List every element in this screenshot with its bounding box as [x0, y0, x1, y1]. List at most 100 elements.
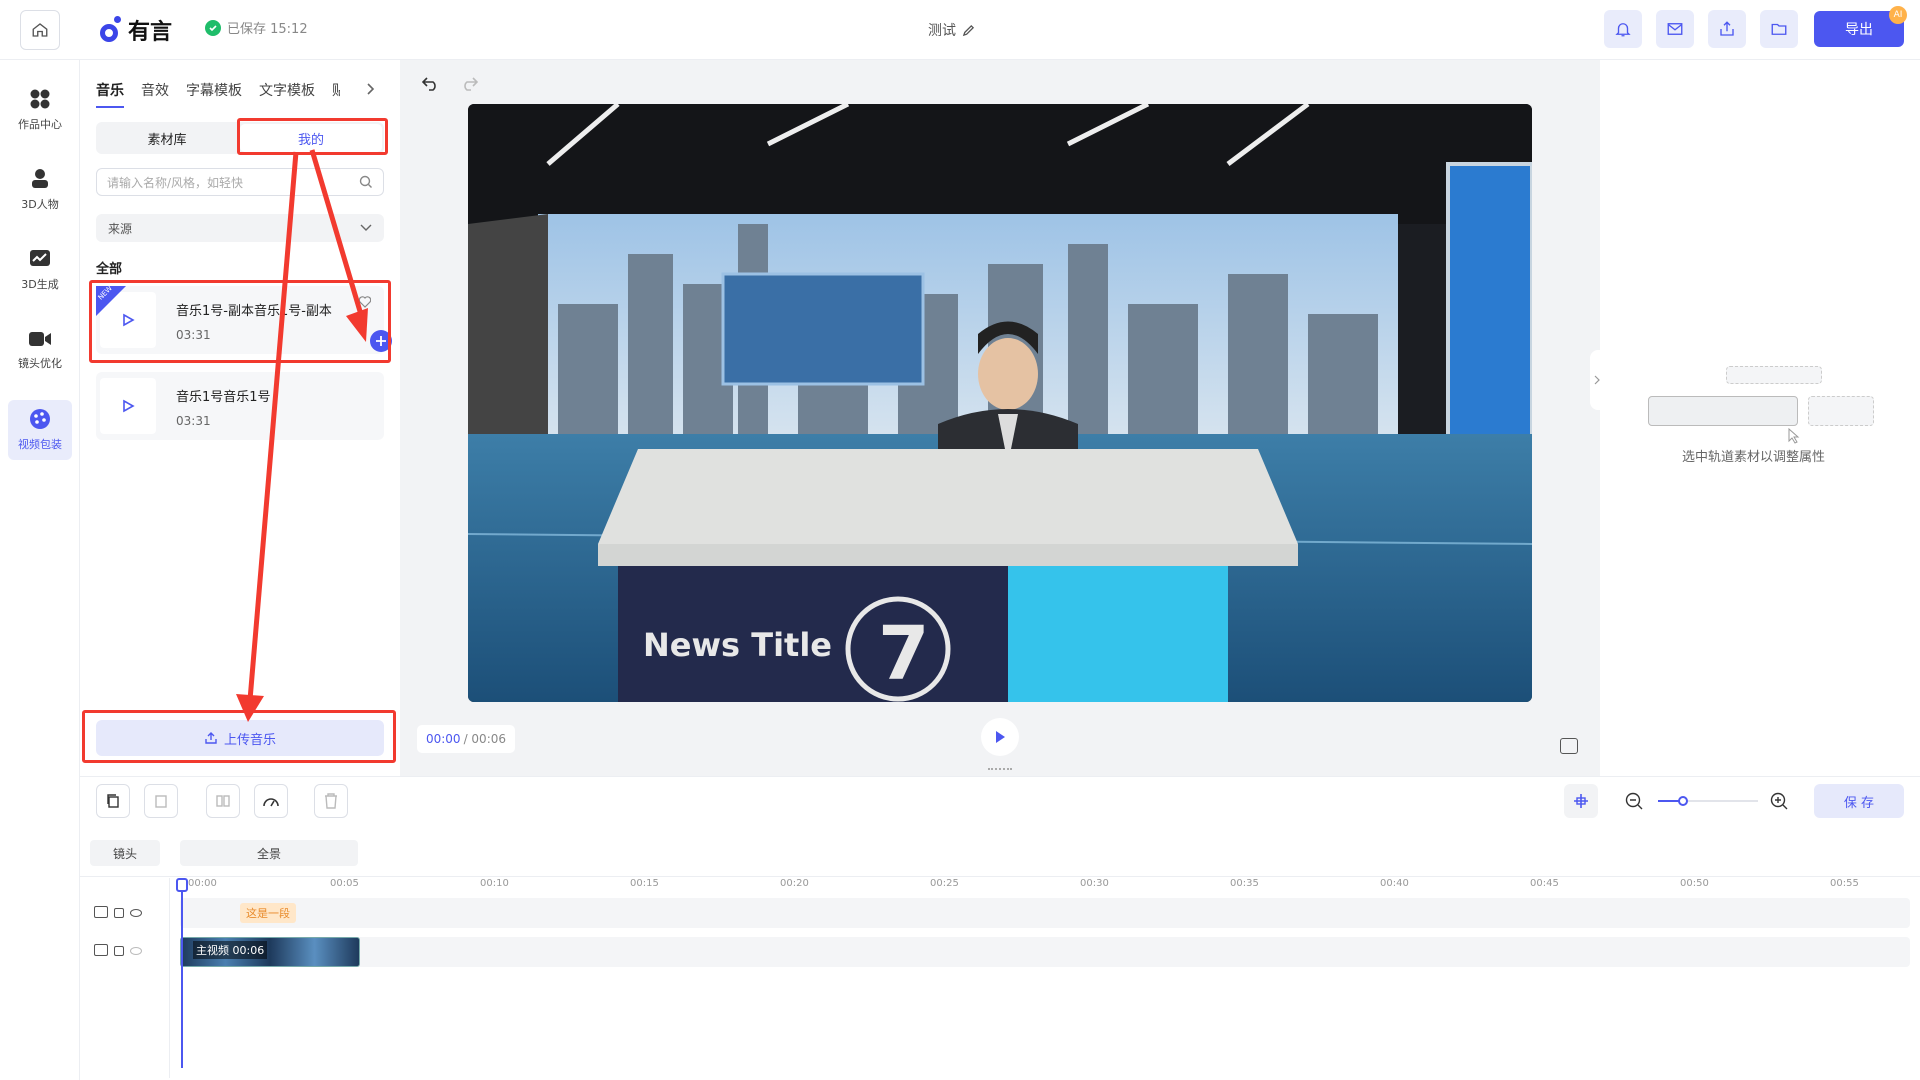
- lock-icon[interactable]: [114, 946, 124, 956]
- tick-label: 00:15: [630, 878, 659, 889]
- share-button[interactable]: [1708, 10, 1746, 48]
- play-icon[interactable]: [121, 399, 135, 413]
- folder-button[interactable]: [1760, 10, 1798, 48]
- tab-text-template[interactable]: 文字模板: [259, 80, 315, 108]
- grid-icon: [30, 89, 50, 109]
- timeline-ruler: 00:00 00:05 00:10 00:15 00:20 00:25 00:3…: [180, 878, 1920, 892]
- search-placeholder: 请输入名称/风格，如轻快: [107, 175, 244, 190]
- tab-music[interactable]: 音乐: [96, 80, 124, 108]
- zoom-slider-thumb[interactable]: [1678, 796, 1688, 806]
- tick-label: 00:35: [1230, 878, 1259, 889]
- rail-label: 视频包装: [18, 438, 62, 451]
- chart-icon: [30, 250, 50, 266]
- rail-item-video-package[interactable]: 视频包装: [8, 400, 72, 460]
- bell-icon: [1615, 23, 1631, 37]
- tick-label: 00:05: [330, 878, 359, 889]
- timeline: [80, 776, 1920, 1080]
- lock-icon[interactable]: [114, 908, 124, 918]
- zoom-slider[interactable]: [1658, 796, 1758, 806]
- paste-icon: [155, 795, 167, 808]
- subtitle-clip[interactable]: 这是一段: [240, 903, 296, 923]
- tab-subtitle-template[interactable]: 字幕模板: [186, 80, 242, 108]
- main-video-clip-label: 主视频 00:06: [193, 941, 268, 959]
- undo-icon: [421, 77, 436, 91]
- snap-button[interactable]: [1564, 784, 1598, 818]
- tick-label: 00:25: [930, 878, 959, 889]
- home-button[interactable]: [20, 10, 60, 50]
- news-studio-scene: News Title 7: [468, 104, 1532, 702]
- properties-empty-hint: 选中轨道素材以调整属性: [1682, 450, 1826, 465]
- search-icon[interactable]: [359, 175, 373, 189]
- undo-button[interactable]: [421, 76, 440, 95]
- trash-icon: [325, 793, 337, 809]
- chevron-right-icon: [1594, 375, 1600, 385]
- search-input[interactable]: 请输入名称/风格，如轻快: [96, 168, 384, 196]
- music-duration: 03:31: [176, 414, 211, 428]
- play-button[interactable]: [981, 718, 1019, 756]
- copy-icon: [107, 794, 119, 808]
- eye-icon[interactable]: [130, 947, 142, 955]
- subtitle-track[interactable]: 这是一段: [180, 898, 1910, 928]
- scene-chip[interactable]: 全景: [180, 840, 358, 866]
- redo-icon: [464, 77, 479, 91]
- time-total: / 00:06: [463, 732, 507, 746]
- tick-label: 00:55: [1830, 878, 1859, 889]
- zoom-in-icon: [1770, 792, 1788, 810]
- speedometer-icon: [263, 798, 279, 807]
- source-select-value: 来源: [108, 221, 133, 236]
- tick-label: 00:30: [1080, 878, 1109, 889]
- zoom-out-button[interactable]: [1625, 792, 1643, 814]
- rail-item-3d-generate[interactable]: 3D生成: [8, 240, 72, 300]
- tick-label: 00:20: [780, 878, 809, 889]
- avatar-icon: [32, 169, 48, 188]
- notification-button[interactable]: [1604, 10, 1642, 48]
- split-button[interactable]: [206, 784, 240, 818]
- resize-handle[interactable]: [988, 768, 1012, 772]
- tick-label: 00:40: [1380, 878, 1409, 889]
- track-header-divider: [169, 878, 170, 1078]
- source-select[interactable]: 来源: [96, 214, 384, 242]
- rail-item-camera[interactable]: 镜头优化: [8, 320, 72, 380]
- document-title[interactable]: 测试: [928, 20, 975, 40]
- video-track[interactable]: 主视频 00:06: [180, 937, 1910, 967]
- main-video-clip[interactable]: 主视频 00:06: [180, 937, 360, 967]
- message-button[interactable]: [1656, 10, 1694, 48]
- tab-sticker[interactable]: 贴: [332, 80, 340, 108]
- chevron-right-icon[interactable]: [366, 82, 376, 96]
- rail-item-works[interactable]: 作品中心: [8, 80, 72, 140]
- edit-icon[interactable]: [962, 24, 975, 37]
- eye-icon[interactable]: [130, 909, 142, 917]
- annotation-box: [82, 710, 396, 763]
- segment-library[interactable]: 素材库: [96, 122, 238, 154]
- copy-button[interactable]: [96, 784, 130, 818]
- rail-item-3d-character[interactable]: 3D人物: [8, 160, 72, 220]
- playhead[interactable]: [181, 878, 183, 1068]
- video-track-controls: [94, 944, 142, 956]
- delete-button[interactable]: [314, 784, 348, 818]
- camera-track-chip[interactable]: 镜头: [90, 840, 160, 866]
- folder-icon: [1771, 23, 1787, 35]
- tick-label: 00:10: [480, 878, 509, 889]
- annotation-box: [89, 280, 391, 363]
- ai-badge: AI: [1889, 6, 1907, 24]
- collapse-right-panel-handle[interactable]: [1590, 350, 1604, 410]
- subtitle-toggle-icon[interactable]: [1560, 738, 1578, 754]
- document-title-text: 测试: [928, 23, 956, 39]
- brand-name: 有言: [128, 20, 173, 45]
- tab-sound-effect[interactable]: 音效: [141, 80, 169, 108]
- music-card[interactable]: 音乐1号音乐1号 03:31: [96, 372, 384, 440]
- save-button[interactable]: 保 存: [1814, 784, 1904, 818]
- asset-panel: 音乐 音效 字幕模板 文字模板 贴 素材库 我的 请输入名称/风格，如轻快 来源…: [80, 60, 400, 776]
- speed-button[interactable]: [254, 784, 288, 818]
- rail-label: 作品中心: [18, 118, 62, 131]
- mail-icon: [1667, 23, 1683, 35]
- playhead-handle[interactable]: [176, 878, 188, 892]
- video-preview[interactable]: News Title 7: [468, 104, 1532, 702]
- paste-button[interactable]: [144, 784, 178, 818]
- save-status-text: 已保存 15:12: [227, 22, 308, 37]
- music-thumbnail[interactable]: [100, 378, 156, 434]
- zoom-in-button[interactable]: [1770, 792, 1788, 814]
- subtitle-track-icon: [94, 906, 108, 918]
- overlay-number: 7: [878, 611, 930, 697]
- redo-button[interactable]: [460, 76, 479, 95]
